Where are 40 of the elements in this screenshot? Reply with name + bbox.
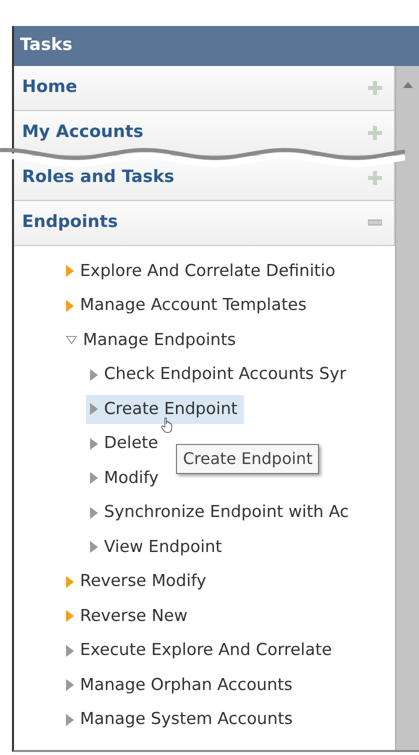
expand-arrow-icon[interactable] <box>90 438 98 450</box>
section-header[interactable]: Home <box>14 66 395 111</box>
expand-arrow-icon[interactable] <box>66 576 74 588</box>
expand-arrow-icon[interactable] <box>90 472 98 484</box>
tree-item[interactable]: Execute Explore And Correlate <box>62 636 338 666</box>
tree-item[interactable]: Reverse Modify <box>62 567 212 596</box>
expand-arrow-icon[interactable] <box>66 610 74 622</box>
tree-item[interactable]: Modify <box>86 464 165 493</box>
tree-item[interactable]: View Endpoint <box>86 532 228 562</box>
tree-item[interactable]: Delete <box>86 429 164 458</box>
tree-item[interactable]: Explore And Correlate Definitio <box>62 256 342 286</box>
collapse-icon[interactable] <box>368 219 382 227</box>
panel-title: Tasks <box>14 26 419 66</box>
tree-item[interactable]: Manage Account Templates <box>62 291 313 320</box>
expand-arrow-icon[interactable] <box>66 300 74 312</box>
expand-arrow-icon[interactable] <box>66 265 74 278</box>
tree-item[interactable]: Reverse New <box>62 602 194 631</box>
hand-cursor-icon <box>161 417 174 433</box>
tree-item[interactable]: Manage Endpoints <box>62 326 242 355</box>
expand-arrow-icon[interactable] <box>66 679 74 692</box>
tree-item[interactable]: Check Endpoint Accounts Syr <box>86 360 352 390</box>
tooltip: Create Endpoint <box>176 444 320 474</box>
scrollbar[interactable] <box>395 66 419 750</box>
tree-item[interactable]: Create Endpoint <box>86 394 244 424</box>
expand-arrow-icon[interactable] <box>90 541 98 554</box>
expand-arrow-icon[interactable] <box>90 506 98 519</box>
tree-item[interactable]: Manage System Accounts <box>62 705 299 734</box>
expand-icon[interactable] <box>368 126 382 140</box>
expand-arrow-icon[interactable] <box>90 403 98 416</box>
collapse-arrow-icon[interactable] <box>66 336 77 344</box>
tree-item[interactable]: Synchronize Endpoint with Ac <box>86 498 355 528</box>
expand-icon[interactable] <box>368 81 382 95</box>
section-header[interactable]: My Accounts <box>14 111 395 156</box>
expand-arrow-icon[interactable] <box>66 644 74 657</box>
expand-arrow-icon[interactable] <box>66 714 74 726</box>
expand-arrow-icon[interactable] <box>90 368 98 381</box>
tree-item[interactable]: Manage Orphan Accounts <box>62 670 299 700</box>
section-header[interactable]: Endpoints <box>14 201 395 246</box>
expand-icon[interactable] <box>368 171 382 185</box>
scroll-up-icon[interactable] <box>403 82 413 88</box>
